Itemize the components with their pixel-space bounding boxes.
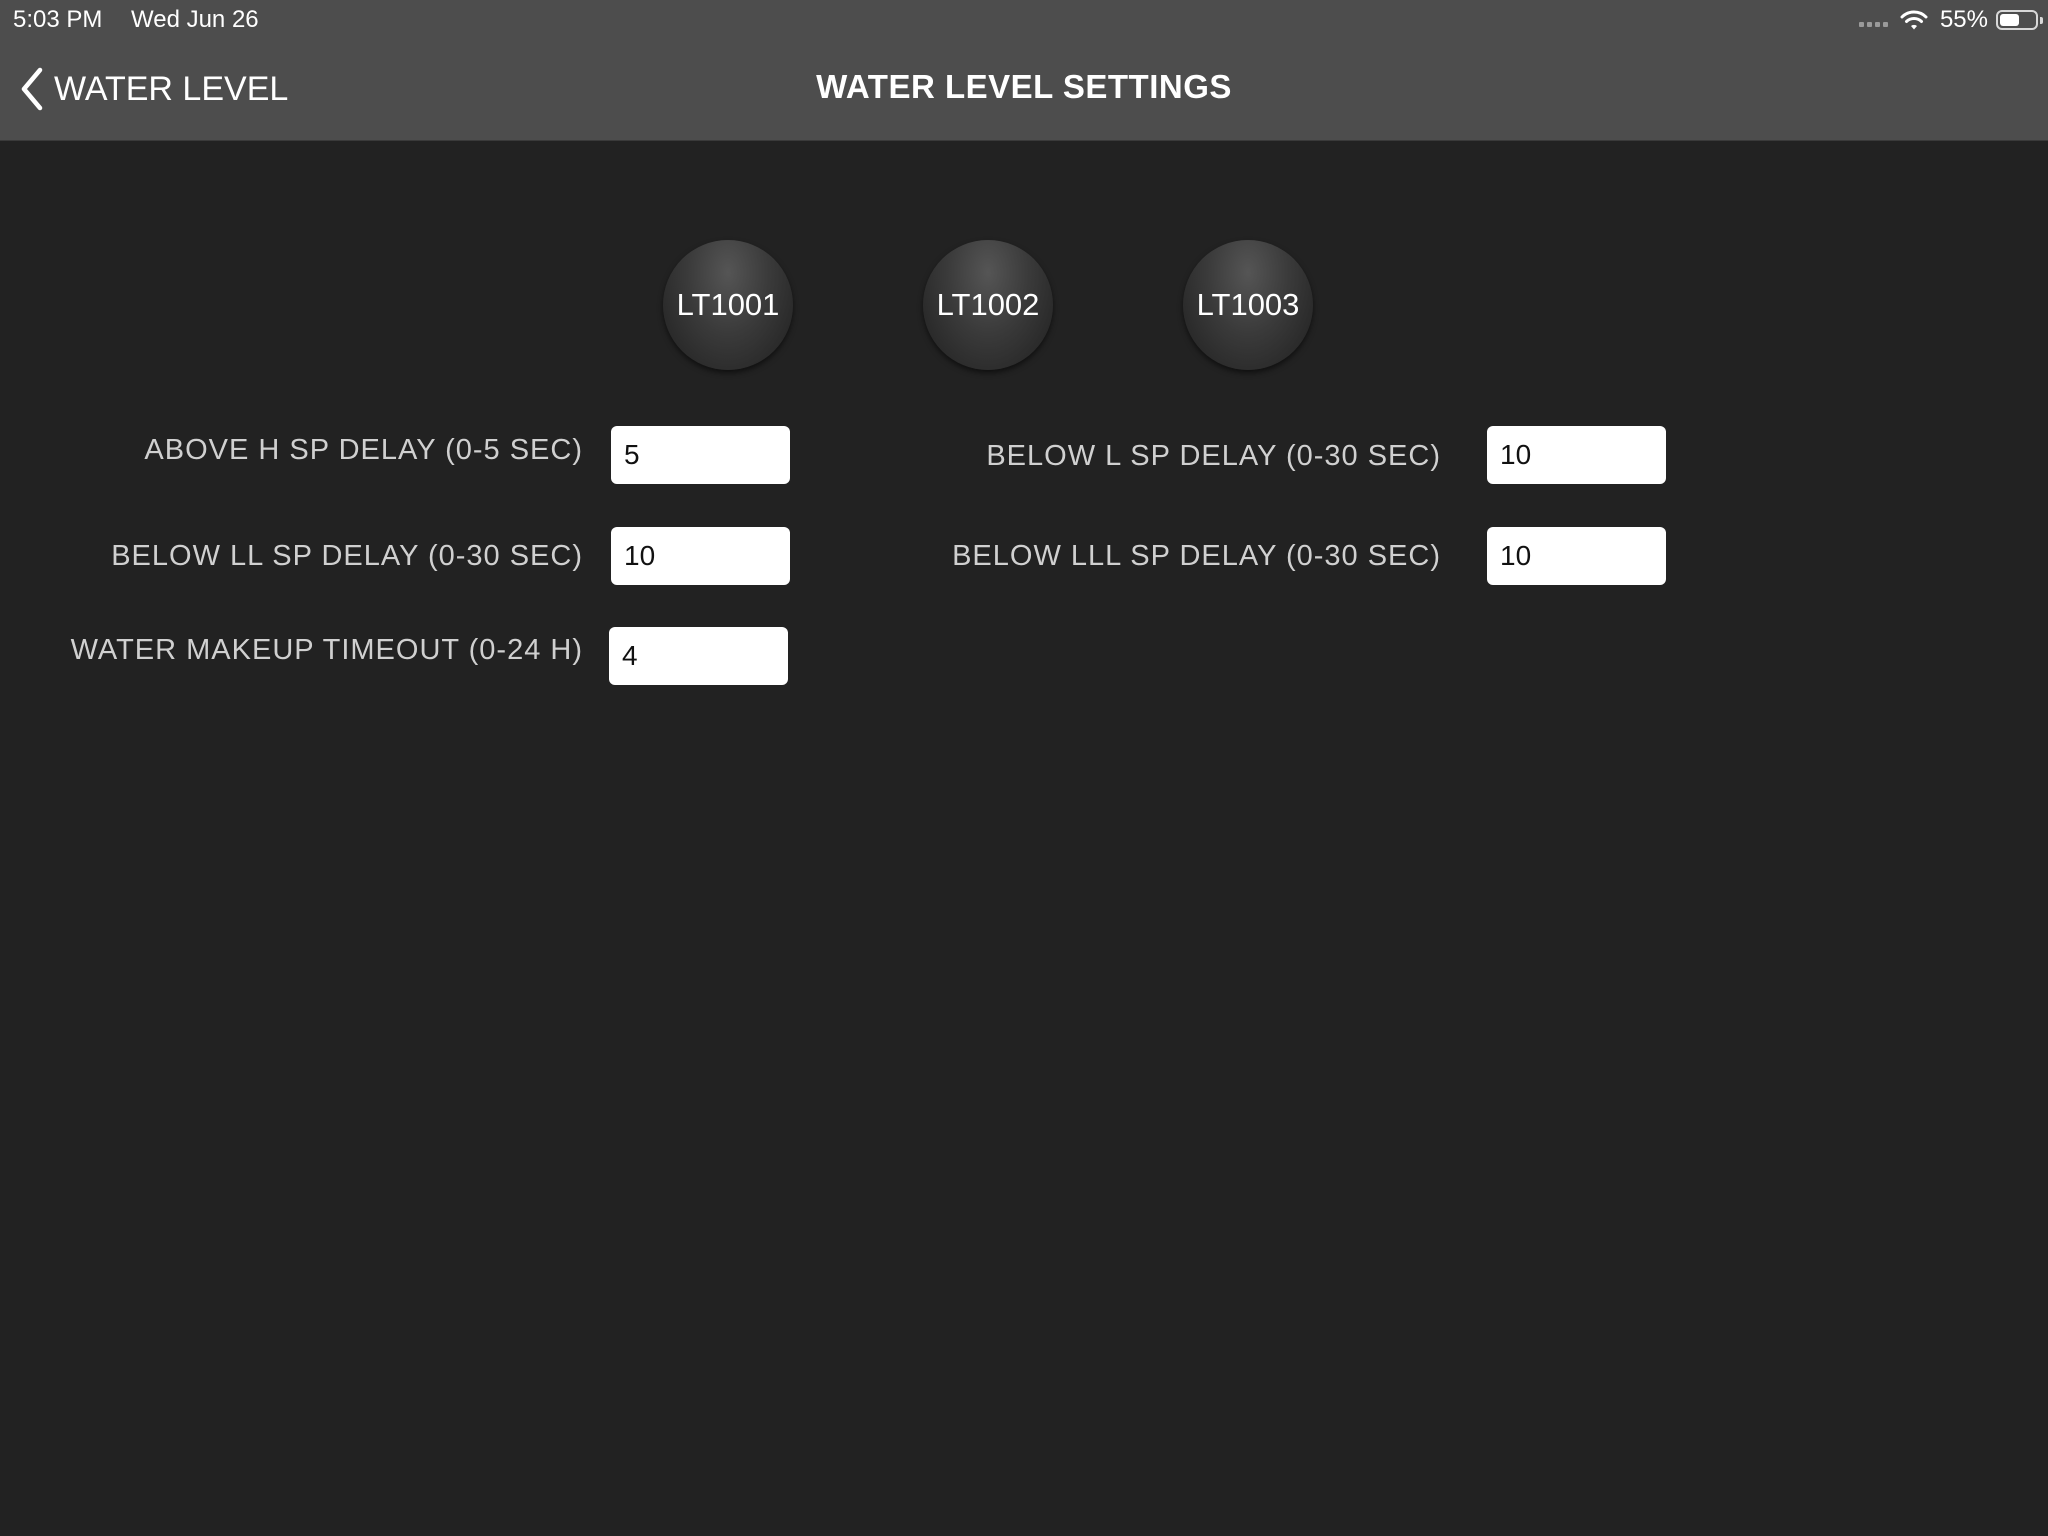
page-title: WATER LEVEL SETTINGS [816,68,1232,105]
battery-nub [2040,17,2043,24]
below-lll-sp-delay-input[interactable] [1487,527,1666,585]
sensor-button-lt1001[interactable]: LT1001 [663,240,793,370]
below-l-sp-delay-label: BELOW L SP DELAY (0-30 SEC) [986,440,1441,472]
wifi-icon [1900,9,1928,31]
status-time: 5:03 PM [13,6,103,33]
signal-dots-icon [1856,13,1888,27]
above-h-sp-delay-label: ABOVE H SP DELAY (0-5 SEC) [144,434,583,466]
below-ll-sp-delay-label: BELOW LL SP DELAY (0-30 SEC) [111,540,583,572]
below-l-sp-delay-input[interactable] [1487,426,1666,484]
below-ll-sp-delay-input[interactable] [611,527,790,585]
battery-fill [2000,14,2019,26]
below-lll-sp-delay-label: BELOW LLL SP DELAY (0-30 SEC) [952,540,1441,572]
above-h-sp-delay-input[interactable] [611,426,790,484]
water-makeup-timeout-input[interactable] [609,627,788,685]
sensor-button-lt1002[interactable]: LT1002 [923,240,1053,370]
status-indicators: 55% [1856,5,2043,35]
status-date: Wed Jun 26 [131,6,259,33]
battery-icon [1996,10,2043,30]
battery-percent: 55% [1939,6,1988,33]
sensor-button-lt1003[interactable]: LT1003 [1183,240,1313,370]
status-bar: 5:03 PM Wed Jun 26 55% [0,0,2048,38]
nav-bar: WATER LEVEL WATER LEVEL SETTINGS [0,38,2048,141]
water-makeup-timeout-label: WATER MAKEUP TIMEOUT (0-24 H) [70,634,583,666]
screen: 5:03 PM Wed Jun 26 55% WATER LEVEL WATER… [0,0,2048,1536]
